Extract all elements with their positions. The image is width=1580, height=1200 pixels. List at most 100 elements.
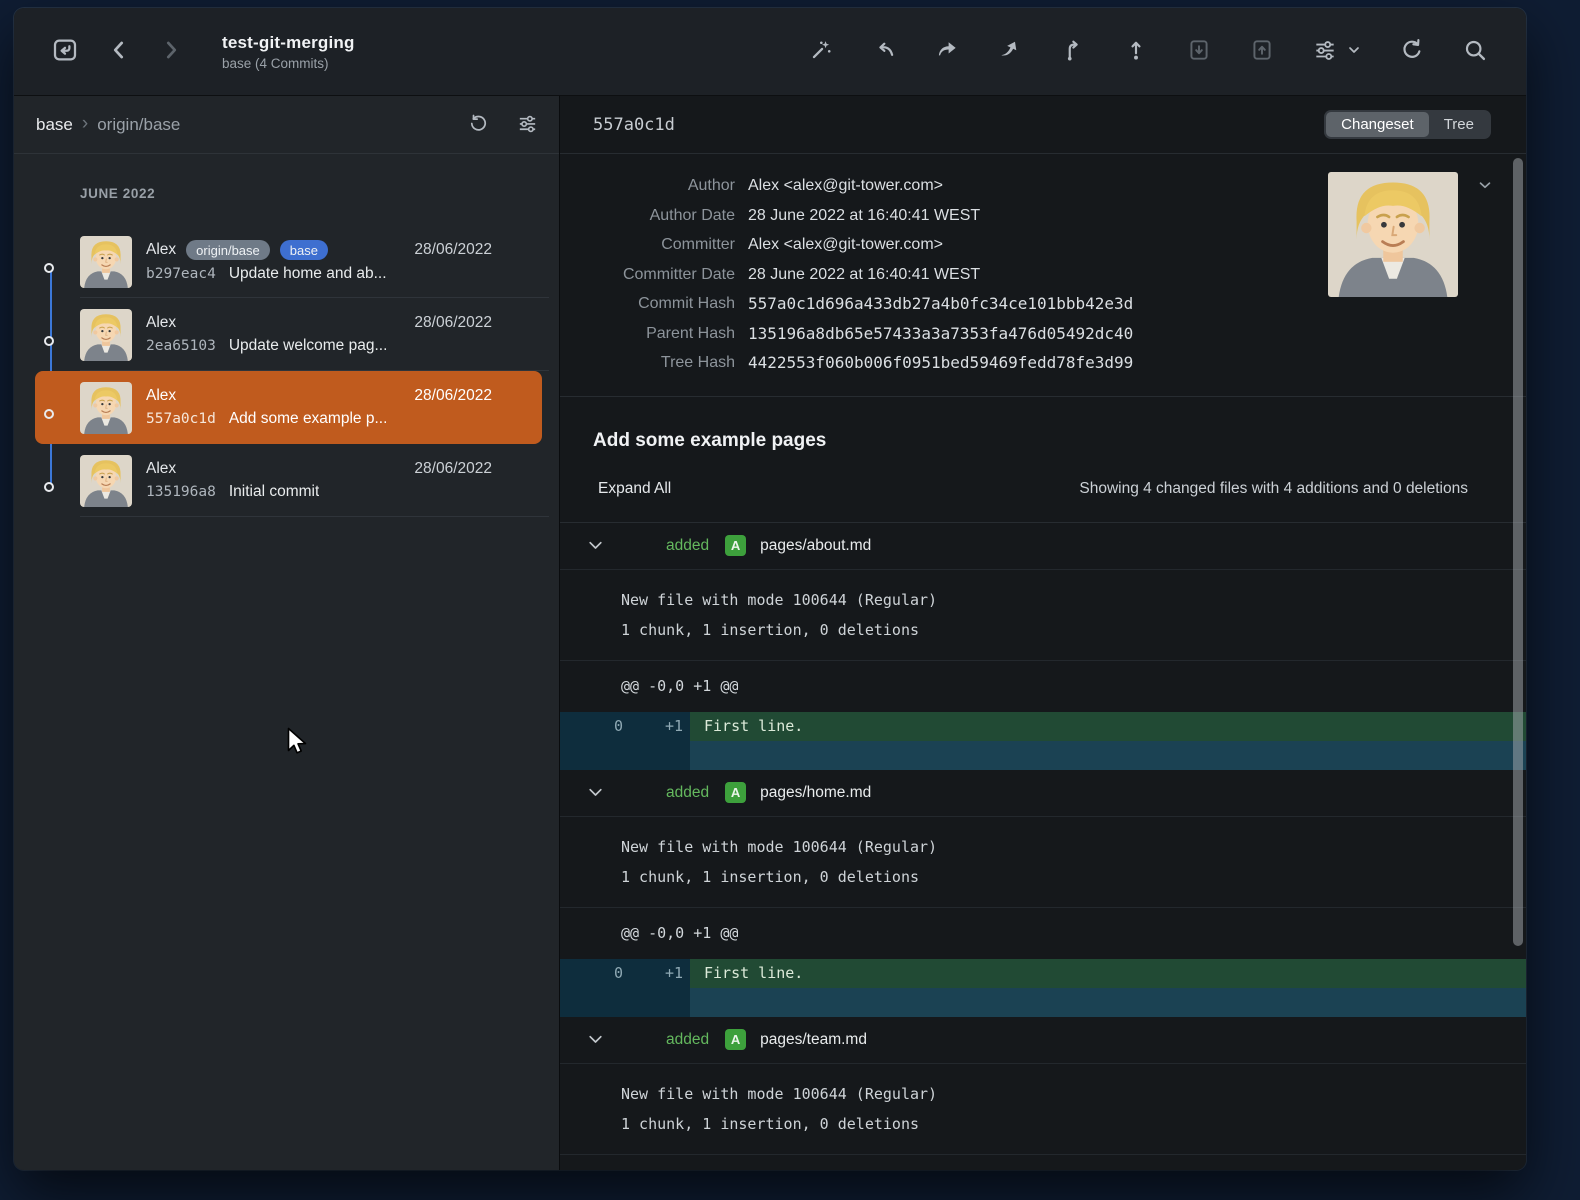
file-header[interactable]: added A pages/team.md [560,1017,1526,1064]
window-subtitle: base (4 Commits) [222,56,355,71]
view-switcher: Changeset Tree [1324,110,1491,139]
diff-line-filler [560,988,1526,1017]
tab-tree[interactable]: Tree [1429,112,1489,137]
commit-message: Add some example p... [229,410,388,428]
commit-details-panel: 557a0c1d Changeset Tree Author Alex <ale… [560,96,1526,1170]
file-stats-line: 1 chunk, 1 insertion, 0 deletions [621,615,1526,645]
meta-label: Author Date [560,206,735,226]
chevron-right-icon [158,37,184,66]
filter-button[interactable] [514,110,541,140]
file-stats-line: 1 chunk, 1 insertion, 0 deletions [621,1109,1526,1139]
commit-message: Update home and ab... [229,265,387,283]
meta-row: Tree Hash 4422553f060b006f0951bed59469fe… [560,348,1526,378]
meta-value-commit-hash: 557a0c1d696a433db27a4b0fc34ce101bbb42e3d [748,294,1133,314]
breadcrumb-root[interactable]: base [36,115,73,135]
rebase-button[interactable] [1058,35,1088,68]
hunk-header: @@ -0,0 +1 @@ [560,661,1526,712]
titlebar: test-git-merging base (4 Commits) [14,8,1526,96]
old-line-number: 0 [560,959,630,988]
author-avatar [1328,172,1458,297]
commit-author: Alex [146,241,176,259]
new-line-number: +1 [630,712,690,741]
forward-button[interactable] [156,35,186,68]
commit-row-selected[interactable]: Alex 28/06/2022 557a0c1d Add some exampl… [35,371,542,444]
filter-sliders-icon [516,112,539,138]
commit-text: Alex origin/base base 28/06/2022 b297eac… [146,240,492,283]
meta-value-tree-hash: 4422553f060b006f0951bed59469fedd78fe3d99 [748,353,1133,373]
meta-value: Alex <alex@git-tower.com> [748,176,943,196]
diff-line-added[interactable]: 0 +1 First line. [560,712,1526,741]
history-icon [467,112,490,138]
file-status: added [666,537,709,555]
commit-author: Alex [146,387,176,405]
file-info: New file with mode 100644 (Regular) 1 ch… [560,1064,1526,1155]
commit-author: Alex [146,460,176,478]
avatar [80,455,132,507]
file-header[interactable]: added A pages/about.md [560,523,1526,570]
workflow-sliders-button[interactable] [1310,35,1340,68]
commit-text: Alex 28/06/2022 135196a8 Initial commit [146,460,492,501]
old-line-number: 0 [560,712,630,741]
file-header[interactable]: added A pages/home.md [560,770,1526,817]
details-header: 557a0c1d Changeset Tree [560,96,1526,154]
magic-wand-button[interactable] [806,35,836,68]
metadata-collapse-button[interactable] [1474,174,1496,199]
file-status: added [666,784,709,802]
back-button[interactable] [104,35,134,68]
file-status-badge: A [725,535,746,556]
collapse-chevron-icon[interactable] [587,1031,604,1048]
avatar [80,236,132,288]
undo-button[interactable] [869,35,899,68]
commit-button[interactable] [1121,35,1151,68]
collapse-chevron-icon[interactable] [587,784,604,801]
meta-value: 28 June 2022 at 16:40:41 WEST [748,265,980,285]
pull-button[interactable] [1184,35,1214,68]
avatar [80,309,132,361]
commit-text: Alex 28/06/2022 557a0c1d Add some exampl… [146,387,492,428]
sliders-icon [1312,37,1338,66]
chevron-left-icon [106,37,132,66]
branch-badge-local[interactable]: base [280,240,328,260]
refresh-button[interactable] [1397,35,1427,68]
workflow-dropdown-button[interactable] [1344,40,1364,63]
commit-date: 28/06/2022 [414,241,492,259]
meta-value-parent-hash: 135196a8db65e57433a3a7353fa476d05492dc40 [748,324,1133,344]
app-window: test-git-merging base (4 Commits) [14,8,1526,1170]
cherry-pick-button[interactable] [932,35,962,68]
magic-wand-icon [808,37,834,66]
file-status-badge: A [725,1029,746,1050]
commit-graph-node [44,409,54,419]
breadcrumb-branch[interactable]: origin/base [97,115,180,135]
avatar [80,382,132,434]
new-line-number: +1 [630,959,690,988]
commit-hash: 2ea65103 [146,338,216,354]
search-icon [1462,37,1488,66]
vertical-scrollbar[interactable] [1513,158,1523,946]
commit-graph-node [44,336,54,346]
file-stats-line: 1 chunk, 1 insertion, 0 deletions [621,862,1526,892]
file-path: pages/team.md [760,1031,867,1049]
push-button[interactable] [1247,35,1277,68]
meta-row: Parent Hash 135196a8db65e57433a3a7353fa4… [560,319,1526,349]
history-button[interactable] [465,110,492,140]
commit-id: 557a0c1d [593,115,675,135]
merge-button[interactable] [995,35,1025,68]
repo-switcher-button[interactable] [48,33,82,70]
commit-row[interactable]: Alex 28/06/2022 135196a8 Initial commit [35,444,542,517]
commit-hash: 135196a8 [146,484,216,500]
commit-message-block: Add some example pages Expand All Showin… [560,397,1526,523]
changed-files-summary: Showing 4 changed files with 4 additions… [1079,480,1468,498]
diff-line-filler [560,741,1526,770]
breadcrumb: base › origin/base [14,96,559,154]
search-button[interactable] [1460,35,1490,68]
collapse-chevron-icon[interactable] [587,537,604,554]
branch-badge-remote[interactable]: origin/base [186,240,270,260]
hunk-header: @@ -0,0 +1 @@ [560,1155,1526,1171]
expand-all-button[interactable]: Expand All [593,480,671,498]
file-status-badge: A [725,782,746,803]
commit-row[interactable]: Alex 28/06/2022 2ea65103 Update welcome … [35,298,542,371]
diff-line-added[interactable]: 0 +1 First line. [560,959,1526,988]
tab-changeset[interactable]: Changeset [1326,112,1429,137]
commit-hash: 557a0c1d [146,411,216,427]
commit-row[interactable]: Alex origin/base base 28/06/2022 b297eac… [35,225,542,298]
